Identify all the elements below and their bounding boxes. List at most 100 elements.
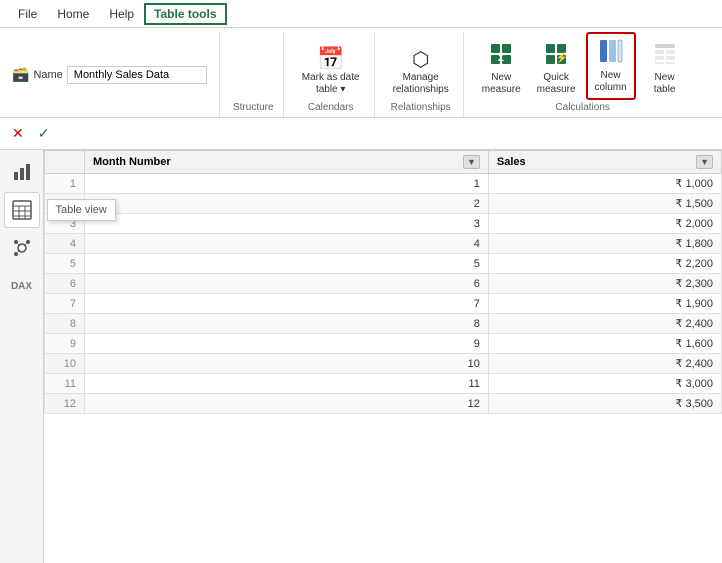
cell-sales: ₹ 1,800 bbox=[488, 234, 721, 254]
new-column-icon bbox=[598, 38, 624, 68]
sidebar-icon-dax[interactable]: DAX bbox=[4, 268, 40, 304]
cell-month: 4 bbox=[85, 234, 489, 254]
ribbon-group-calculations: Σ Newmeasure ⚡ Q bbox=[468, 32, 698, 117]
structure-placeholder bbox=[248, 73, 259, 100]
menu-table-tools[interactable]: Table tools bbox=[144, 3, 226, 25]
cell-month: 5 bbox=[85, 254, 489, 274]
row-index: 10 bbox=[45, 354, 85, 374]
name-group: 🗃️ Name bbox=[8, 32, 220, 117]
row-index: 6 bbox=[45, 274, 85, 294]
row-index: 5 bbox=[45, 254, 85, 274]
menu-home[interactable]: Home bbox=[47, 3, 99, 25]
mark-date-label: Mark as datetable ▾ bbox=[302, 72, 360, 96]
cell-month: 3 bbox=[85, 214, 489, 234]
data-table: Month Number ▼ Sales ▼ 1 1 ₹ 1,000 2 bbox=[44, 150, 722, 414]
cell-month: 9 bbox=[85, 334, 489, 354]
menu-file[interactable]: File bbox=[8, 3, 47, 25]
row-index: 9 bbox=[45, 334, 85, 354]
cancel-btn[interactable]: ✕ bbox=[8, 123, 28, 144]
table-name-input[interactable] bbox=[67, 66, 207, 84]
new-column-label: Newcolumn bbox=[594, 70, 626, 94]
cell-sales: ₹ 3,000 bbox=[488, 374, 721, 394]
formula-bar: ✕ ✓ bbox=[0, 118, 722, 150]
table-view-tooltip: Table view bbox=[47, 199, 116, 221]
ribbon: 🗃️ Name Structure 📅 Mark as datetable ▾ … bbox=[0, 28, 722, 118]
table-row: 8 8 ₹ 2,400 bbox=[45, 314, 722, 334]
quick-measure-btn[interactable]: ⚡ Quickmeasure bbox=[531, 38, 582, 100]
table-row: 7 7 ₹ 1,900 bbox=[45, 294, 722, 314]
ribbon-group-structure: Structure bbox=[224, 32, 284, 117]
cell-sales: ₹ 3,500 bbox=[488, 394, 721, 414]
calendars-label: Calendars bbox=[308, 102, 354, 113]
ribbon-group-relationships: ⬡ Managerelationships Relationships bbox=[379, 32, 464, 117]
table-row: 9 9 ₹ 1,600 bbox=[45, 334, 722, 354]
table-row: 4 4 ₹ 1,800 bbox=[45, 234, 722, 254]
cell-sales: ₹ 2,400 bbox=[488, 354, 721, 374]
svg-text:⚡: ⚡ bbox=[556, 51, 568, 64]
col-header-month: Month Number ▼ bbox=[85, 151, 489, 174]
new-column-btn[interactable]: Newcolumn bbox=[586, 32, 636, 100]
new-measure-btn[interactable]: Σ Newmeasure bbox=[476, 38, 527, 100]
table-row: 1 1 ₹ 1,000 bbox=[45, 174, 722, 194]
sidebar-icon-table[interactable]: Table view bbox=[4, 192, 40, 228]
table-row: 3 3 ₹ 2,000 bbox=[45, 214, 722, 234]
cell-sales: ₹ 1,500 bbox=[488, 194, 721, 214]
row-index: 7 bbox=[45, 294, 85, 314]
table-row: 2 2 ₹ 1,500 bbox=[45, 194, 722, 214]
cell-sales: ₹ 2,300 bbox=[488, 274, 721, 294]
sidebar: Table view DAX bbox=[0, 150, 44, 563]
table-icon: 🗃️ bbox=[12, 66, 29, 83]
quick-measure-icon: ⚡ bbox=[544, 42, 568, 70]
quick-measure-label: Quickmeasure bbox=[537, 72, 576, 96]
cell-month: 12 bbox=[85, 394, 489, 414]
calendar-icon: 📅 bbox=[317, 48, 344, 70]
cell-sales: ₹ 1,900 bbox=[488, 294, 721, 314]
row-index: 8 bbox=[45, 314, 85, 334]
cell-month: 6 bbox=[85, 274, 489, 294]
structure-label: Structure bbox=[233, 102, 274, 113]
table-row: 11 11 ₹ 3,000 bbox=[45, 374, 722, 394]
table-row: 6 6 ₹ 2,300 bbox=[45, 274, 722, 294]
main-area: Table view DAX bbox=[0, 150, 722, 563]
col-header-sales: Sales ▼ bbox=[488, 151, 721, 174]
row-index: 12 bbox=[45, 394, 85, 414]
col-header-empty bbox=[45, 151, 85, 174]
new-measure-icon: Σ bbox=[489, 42, 513, 70]
manage-relationships-btn[interactable]: ⬡ Managerelationships bbox=[387, 46, 455, 100]
sales-filter-btn[interactable]: ▼ bbox=[696, 155, 713, 169]
cell-sales: ₹ 2,000 bbox=[488, 214, 721, 234]
month-filter-btn[interactable]: ▼ bbox=[463, 155, 480, 169]
cell-month: 10 bbox=[85, 354, 489, 374]
table-row: 12 12 ₹ 3,500 bbox=[45, 394, 722, 414]
cell-month: 11 bbox=[85, 374, 489, 394]
cell-month: 8 bbox=[85, 314, 489, 334]
table-area: Month Number ▼ Sales ▼ 1 1 ₹ 1,000 2 bbox=[44, 150, 722, 563]
table-row: 10 10 ₹ 2,400 bbox=[45, 354, 722, 374]
svg-text:Σ: Σ bbox=[498, 53, 504, 64]
cell-sales: ₹ 1,000 bbox=[488, 174, 721, 194]
table-row: 5 5 ₹ 2,200 bbox=[45, 254, 722, 274]
cell-month: 1 bbox=[85, 174, 489, 194]
ribbon-group-calendars: 📅 Mark as datetable ▾ Calendars bbox=[288, 32, 375, 117]
cell-sales: ₹ 1,600 bbox=[488, 334, 721, 354]
mark-date-table-btn[interactable]: 📅 Mark as datetable ▾ bbox=[296, 44, 366, 100]
sidebar-icon-model[interactable] bbox=[4, 230, 40, 266]
relationships-icon: ⬡ bbox=[412, 50, 429, 70]
new-measure-label: Newmeasure bbox=[482, 72, 521, 96]
cell-sales: ₹ 2,200 bbox=[488, 254, 721, 274]
menu-help[interactable]: Help bbox=[99, 3, 144, 25]
new-table-icon bbox=[653, 42, 677, 70]
sidebar-icon-report[interactable] bbox=[4, 154, 40, 190]
row-index: 11 bbox=[45, 374, 85, 394]
calculations-label: Calculations bbox=[555, 102, 609, 113]
cell-month: 2 bbox=[85, 194, 489, 214]
cell-month: 7 bbox=[85, 294, 489, 314]
new-table-label: Newtable bbox=[654, 72, 676, 96]
row-index: 1 bbox=[45, 174, 85, 194]
relationships-label: Relationships bbox=[391, 102, 451, 113]
confirm-btn[interactable]: ✓ bbox=[34, 123, 54, 144]
menu-bar: File Home Help Table tools bbox=[0, 0, 722, 28]
new-table-btn[interactable]: Newtable bbox=[640, 38, 690, 100]
name-label: Name bbox=[33, 69, 62, 81]
row-index: 4 bbox=[45, 234, 85, 254]
